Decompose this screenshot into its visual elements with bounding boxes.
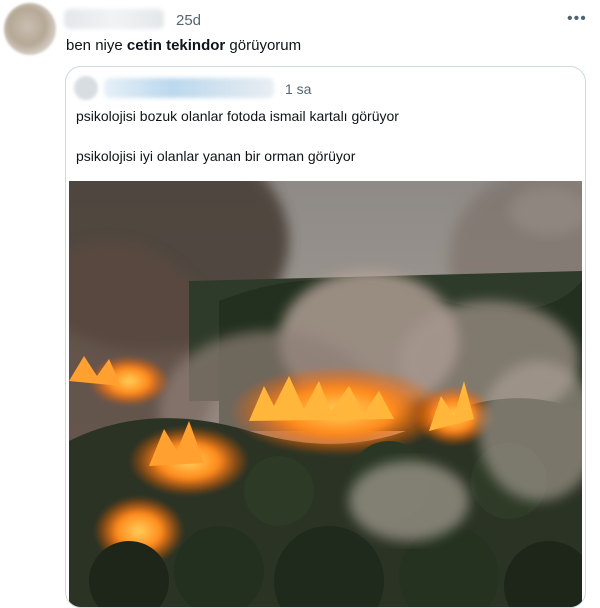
tweet-text-suffix: görüyorum bbox=[225, 37, 302, 54]
author-name-blurred[interactable] bbox=[64, 9, 164, 29]
forest-fire-photo[interactable] bbox=[69, 181, 582, 607]
tweet-text-bold: cetin tekindor bbox=[126, 37, 226, 54]
tweet-text-prefix: ben niye bbox=[66, 37, 127, 54]
quoted-avatar[interactable] bbox=[74, 76, 98, 100]
quoted-tweet-line-1: psikolojisi bozuk olanlar fotoda ismail … bbox=[76, 108, 399, 124]
quoted-tweet-card[interactable]: 1 sa psikolojisi bozuk olanlar fotoda is… bbox=[65, 66, 586, 608]
quoted-tweet-timestamp[interactable]: 1 sa bbox=[285, 81, 311, 97]
forest-fire-image bbox=[69, 181, 582, 607]
avatar[interactable] bbox=[4, 3, 56, 55]
tweet-timestamp[interactable]: 25d bbox=[176, 12, 201, 29]
tweet-text: ben niye cetin tekindor görüyorum bbox=[66, 36, 301, 56]
quoted-tweet-line-2: psikolojisi iyi olanlar yanan bir orman … bbox=[76, 148, 356, 164]
more-options-icon[interactable]: ••• bbox=[567, 10, 587, 28]
quoted-author-name-blurred[interactable] bbox=[104, 78, 274, 98]
